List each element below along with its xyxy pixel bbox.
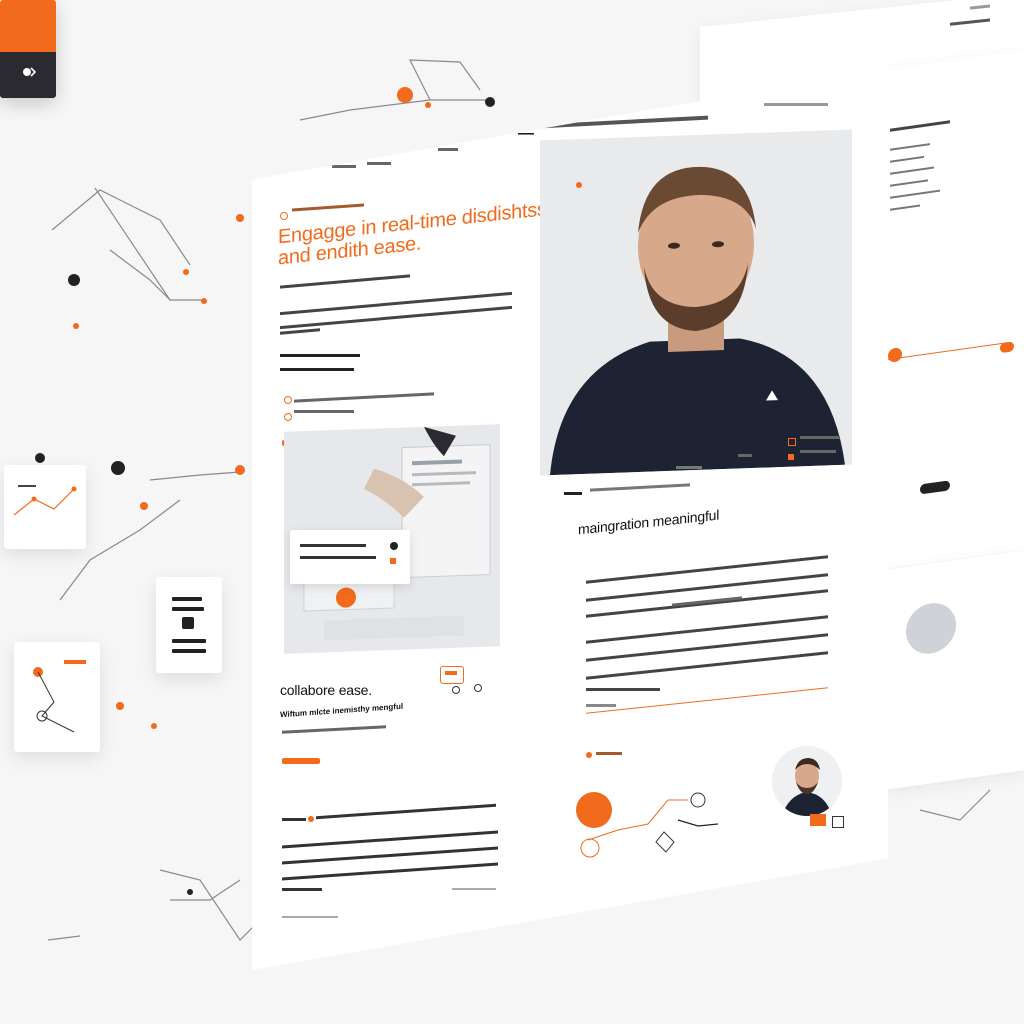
article-text-line bbox=[282, 862, 498, 881]
menu-bar bbox=[172, 639, 206, 643]
collab-cta-button[interactable] bbox=[282, 758, 320, 764]
user-avatar-illustration bbox=[772, 746, 842, 816]
photo-badge-dot bbox=[576, 182, 582, 188]
collab-subheading: Wiftum mlcte inemisthy mengful bbox=[280, 701, 404, 720]
collab-heading: collabore ease. bbox=[280, 682, 372, 698]
option-label bbox=[738, 454, 752, 457]
avatar bbox=[772, 746, 842, 816]
person-portrait-illustration bbox=[540, 129, 852, 476]
chain-link-icon[interactable] bbox=[284, 413, 292, 421]
hero-meta-line bbox=[280, 368, 354, 371]
connector-lines-graphic bbox=[580, 792, 719, 858]
feature-overlay-card[interactable] bbox=[290, 530, 410, 584]
circle-icon[interactable] bbox=[474, 684, 482, 692]
footer-line bbox=[282, 916, 338, 918]
flow-diagram-graphic bbox=[33, 660, 86, 733]
hero-meta-line bbox=[280, 354, 360, 357]
floating-card-chart bbox=[4, 465, 86, 549]
nav-link[interactable] bbox=[332, 165, 356, 168]
badge-icon bbox=[440, 666, 464, 684]
hero-tag bbox=[292, 203, 364, 212]
article-text-line bbox=[316, 803, 496, 820]
checkbox-icon[interactable] bbox=[788, 454, 794, 460]
menu-bar bbox=[172, 649, 206, 653]
nav-link[interactable] bbox=[438, 148, 458, 151]
collab-text-line bbox=[282, 725, 386, 734]
label-text bbox=[596, 752, 622, 755]
tab-item[interactable] bbox=[564, 492, 582, 495]
checkbox-icon[interactable] bbox=[788, 438, 796, 446]
mini-chart-graphic bbox=[13, 485, 77, 516]
label-marker-dot bbox=[586, 752, 592, 758]
option-label bbox=[800, 450, 836, 453]
tag-icon bbox=[280, 212, 288, 220]
body-text-line bbox=[586, 589, 828, 618]
play-icon[interactable] bbox=[390, 542, 398, 550]
status-chip bbox=[810, 814, 826, 826]
background-panel-right-lower bbox=[886, 550, 1024, 790]
square-icon bbox=[182, 617, 194, 629]
floating-card-orange-footer bbox=[0, 52, 56, 98]
progress-line bbox=[586, 687, 828, 715]
menu-bar bbox=[172, 607, 204, 611]
hero-text-line bbox=[280, 274, 410, 289]
hero-portrait-photo bbox=[540, 129, 852, 476]
body-text-line bbox=[586, 688, 660, 691]
circle-icon[interactable] bbox=[452, 686, 460, 694]
article-text-line bbox=[282, 846, 498, 865]
article-text-line bbox=[282, 818, 306, 821]
floating-card-flow bbox=[14, 642, 100, 752]
content-section-heading: maingration meaningful bbox=[578, 506, 720, 538]
overlay-card-line bbox=[300, 556, 376, 559]
main-page: Engagge in real-time disdishtss, and end… bbox=[252, 67, 888, 970]
article-marker-dot bbox=[308, 816, 314, 822]
article-text-line bbox=[282, 830, 498, 849]
option-label bbox=[800, 436, 840, 439]
link-label[interactable] bbox=[294, 392, 434, 403]
user-icon bbox=[23, 67, 36, 77]
nav-link[interactable] bbox=[367, 162, 391, 165]
overlay-card-line bbox=[300, 544, 366, 547]
hero-text-line bbox=[280, 328, 320, 335]
tab-item[interactable] bbox=[590, 483, 690, 492]
tab-item[interactable] bbox=[676, 466, 702, 469]
link-label[interactable] bbox=[294, 410, 354, 413]
chain-link-icon[interactable] bbox=[284, 396, 292, 404]
nav-link[interactable] bbox=[764, 103, 828, 106]
arrow-icon[interactable] bbox=[390, 558, 396, 564]
progress-caption bbox=[586, 704, 616, 707]
square-icon[interactable] bbox=[832, 816, 844, 828]
background-panel-right bbox=[880, 49, 1024, 571]
article-text-line bbox=[282, 888, 322, 891]
floating-card-menu bbox=[156, 577, 222, 673]
footer-line bbox=[452, 888, 496, 890]
menu-bar bbox=[172, 597, 202, 601]
